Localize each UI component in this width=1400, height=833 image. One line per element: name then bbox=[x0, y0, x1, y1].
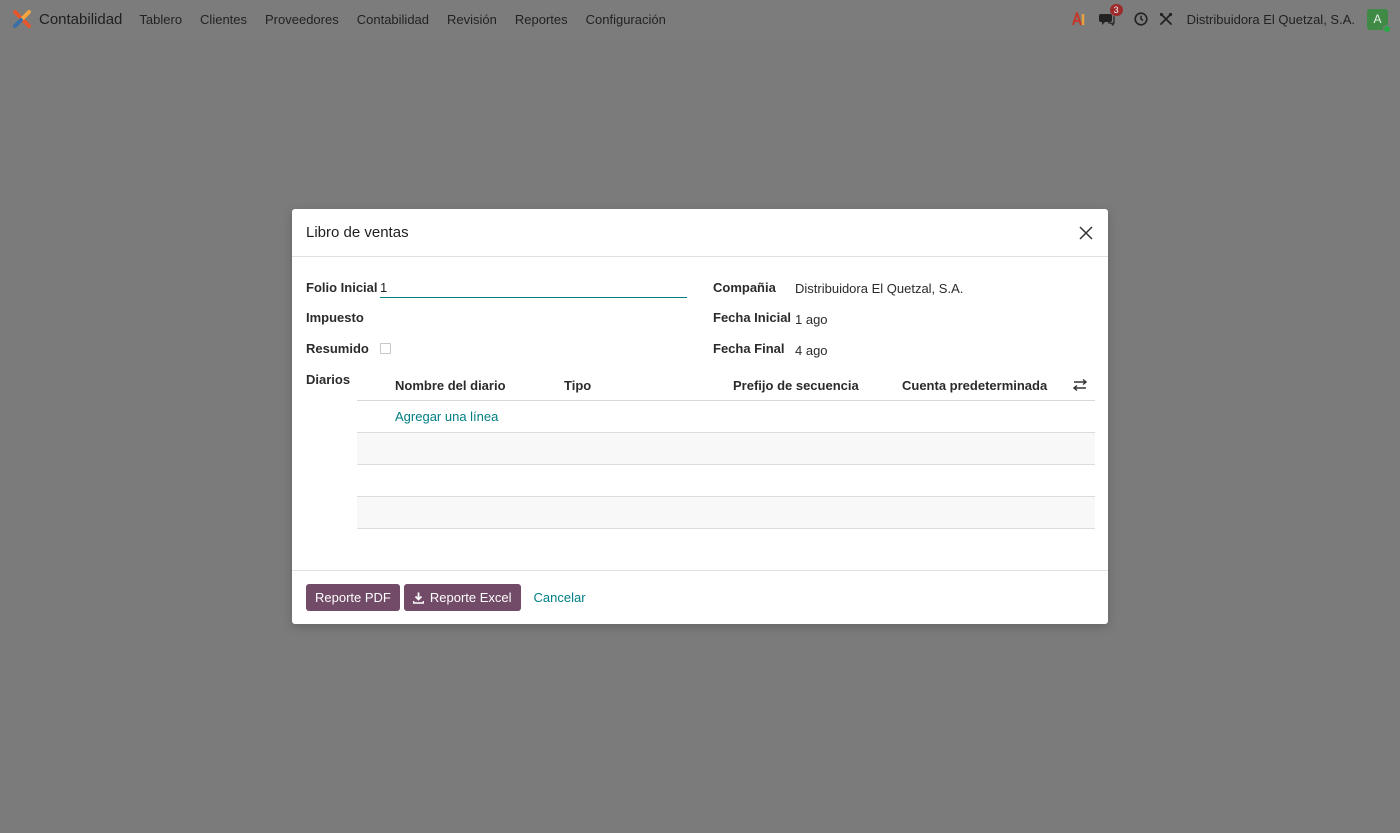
menu-revision[interactable]: Revisión bbox=[447, 12, 497, 27]
ai-assistant-icon[interactable] bbox=[1071, 10, 1089, 28]
dialog-body: Folio Inicial Impuesto Resumido Diarios … bbox=[292, 257, 1108, 571]
pdf-report-label: Reporte PDF bbox=[315, 590, 391, 605]
dialog-footer: Reporte PDF Reporte Excel Cancelar bbox=[292, 570, 1108, 624]
fecha-final-label: Fecha Final bbox=[713, 341, 785, 356]
messages-count-badge: 3 bbox=[1109, 4, 1123, 16]
cancel-button[interactable]: Cancelar bbox=[534, 590, 586, 605]
menu-clientes[interactable]: Clientes bbox=[200, 12, 247, 27]
messages-icon[interactable]: 3 bbox=[1098, 4, 1123, 28]
compania-label: Compañia bbox=[713, 280, 776, 295]
accounting-app-icon[interactable] bbox=[12, 9, 32, 29]
table-header: Nombre del diario Tipo Prefijo de secuen… bbox=[357, 369, 1095, 401]
folio-inicial-input[interactable] bbox=[380, 274, 687, 298]
fecha-inicial-label: Fecha Inicial bbox=[713, 310, 792, 325]
fecha-final-value[interactable]: 4 ago bbox=[795, 343, 828, 358]
folio-inicial-label: Folio Inicial bbox=[306, 280, 378, 295]
table-row bbox=[357, 433, 1095, 465]
table-row bbox=[357, 465, 1095, 497]
add-line-row: Agregar una línea bbox=[357, 401, 1095, 433]
sales-book-dialog: Libro de ventas Folio Inicial Impuesto R… bbox=[292, 209, 1108, 624]
dialog-header: Libro de ventas bbox=[292, 209, 1108, 257]
user-avatar[interactable]: A bbox=[1367, 8, 1391, 33]
close-icon[interactable] bbox=[1078, 225, 1094, 241]
menu-reportes[interactable]: Reportes bbox=[515, 12, 568, 27]
resumido-checkbox[interactable] bbox=[380, 343, 391, 354]
menu-configuracion[interactable]: Configuración bbox=[586, 12, 666, 27]
impuesto-label: Impuesto bbox=[306, 310, 364, 325]
excel-report-button[interactable]: Reporte Excel bbox=[403, 584, 521, 611]
download-icon bbox=[412, 592, 424, 604]
online-status-dot bbox=[1383, 24, 1391, 33]
column-tipo[interactable]: Tipo bbox=[564, 378, 591, 393]
activity-clock-icon[interactable] bbox=[1132, 10, 1150, 28]
resumido-label: Resumido bbox=[306, 341, 369, 356]
company-switcher[interactable]: Distribuidora El Quetzal, S.A. bbox=[1187, 12, 1355, 27]
top-navbar: Contabilidad Tablero Clientes Proveedore… bbox=[0, 0, 1400, 38]
diarios-label: Diarios bbox=[306, 372, 351, 387]
debug-tools-icon[interactable] bbox=[1157, 10, 1175, 28]
menu-proveedores[interactable]: Proveedores bbox=[265, 12, 339, 27]
column-prefijo-secuencia[interactable]: Prefijo de secuencia bbox=[733, 378, 859, 393]
avatar-letter: A bbox=[1373, 12, 1382, 26]
navbar-systray: 3 Distribuidora El Quetzal, S.A. A bbox=[1062, 4, 1391, 33]
menu-tablero[interactable]: Tablero bbox=[139, 12, 182, 27]
column-cuenta-predeterminada[interactable]: Cuenta predeterminada bbox=[902, 378, 1047, 393]
compania-value: Distribuidora El Quetzal, S.A. bbox=[795, 281, 964, 296]
dialog-title: Libro de ventas bbox=[306, 224, 409, 241]
optional-columns-icon[interactable] bbox=[1072, 378, 1088, 392]
add-line-link[interactable]: Agregar una línea bbox=[395, 409, 498, 424]
app-name[interactable]: Contabilidad bbox=[39, 11, 122, 28]
fecha-inicial-value[interactable]: 1 ago bbox=[795, 312, 828, 327]
excel-report-label: Reporte Excel bbox=[429, 590, 512, 605]
diarios-table: Nombre del diario Tipo Prefijo de secuen… bbox=[357, 369, 1095, 529]
pdf-report-button[interactable]: Reporte PDF bbox=[306, 584, 400, 611]
menu-contabilidad[interactable]: Contabilidad bbox=[357, 12, 429, 27]
column-nombre-diario[interactable]: Nombre del diario bbox=[395, 378, 506, 393]
table-row bbox=[357, 497, 1095, 529]
